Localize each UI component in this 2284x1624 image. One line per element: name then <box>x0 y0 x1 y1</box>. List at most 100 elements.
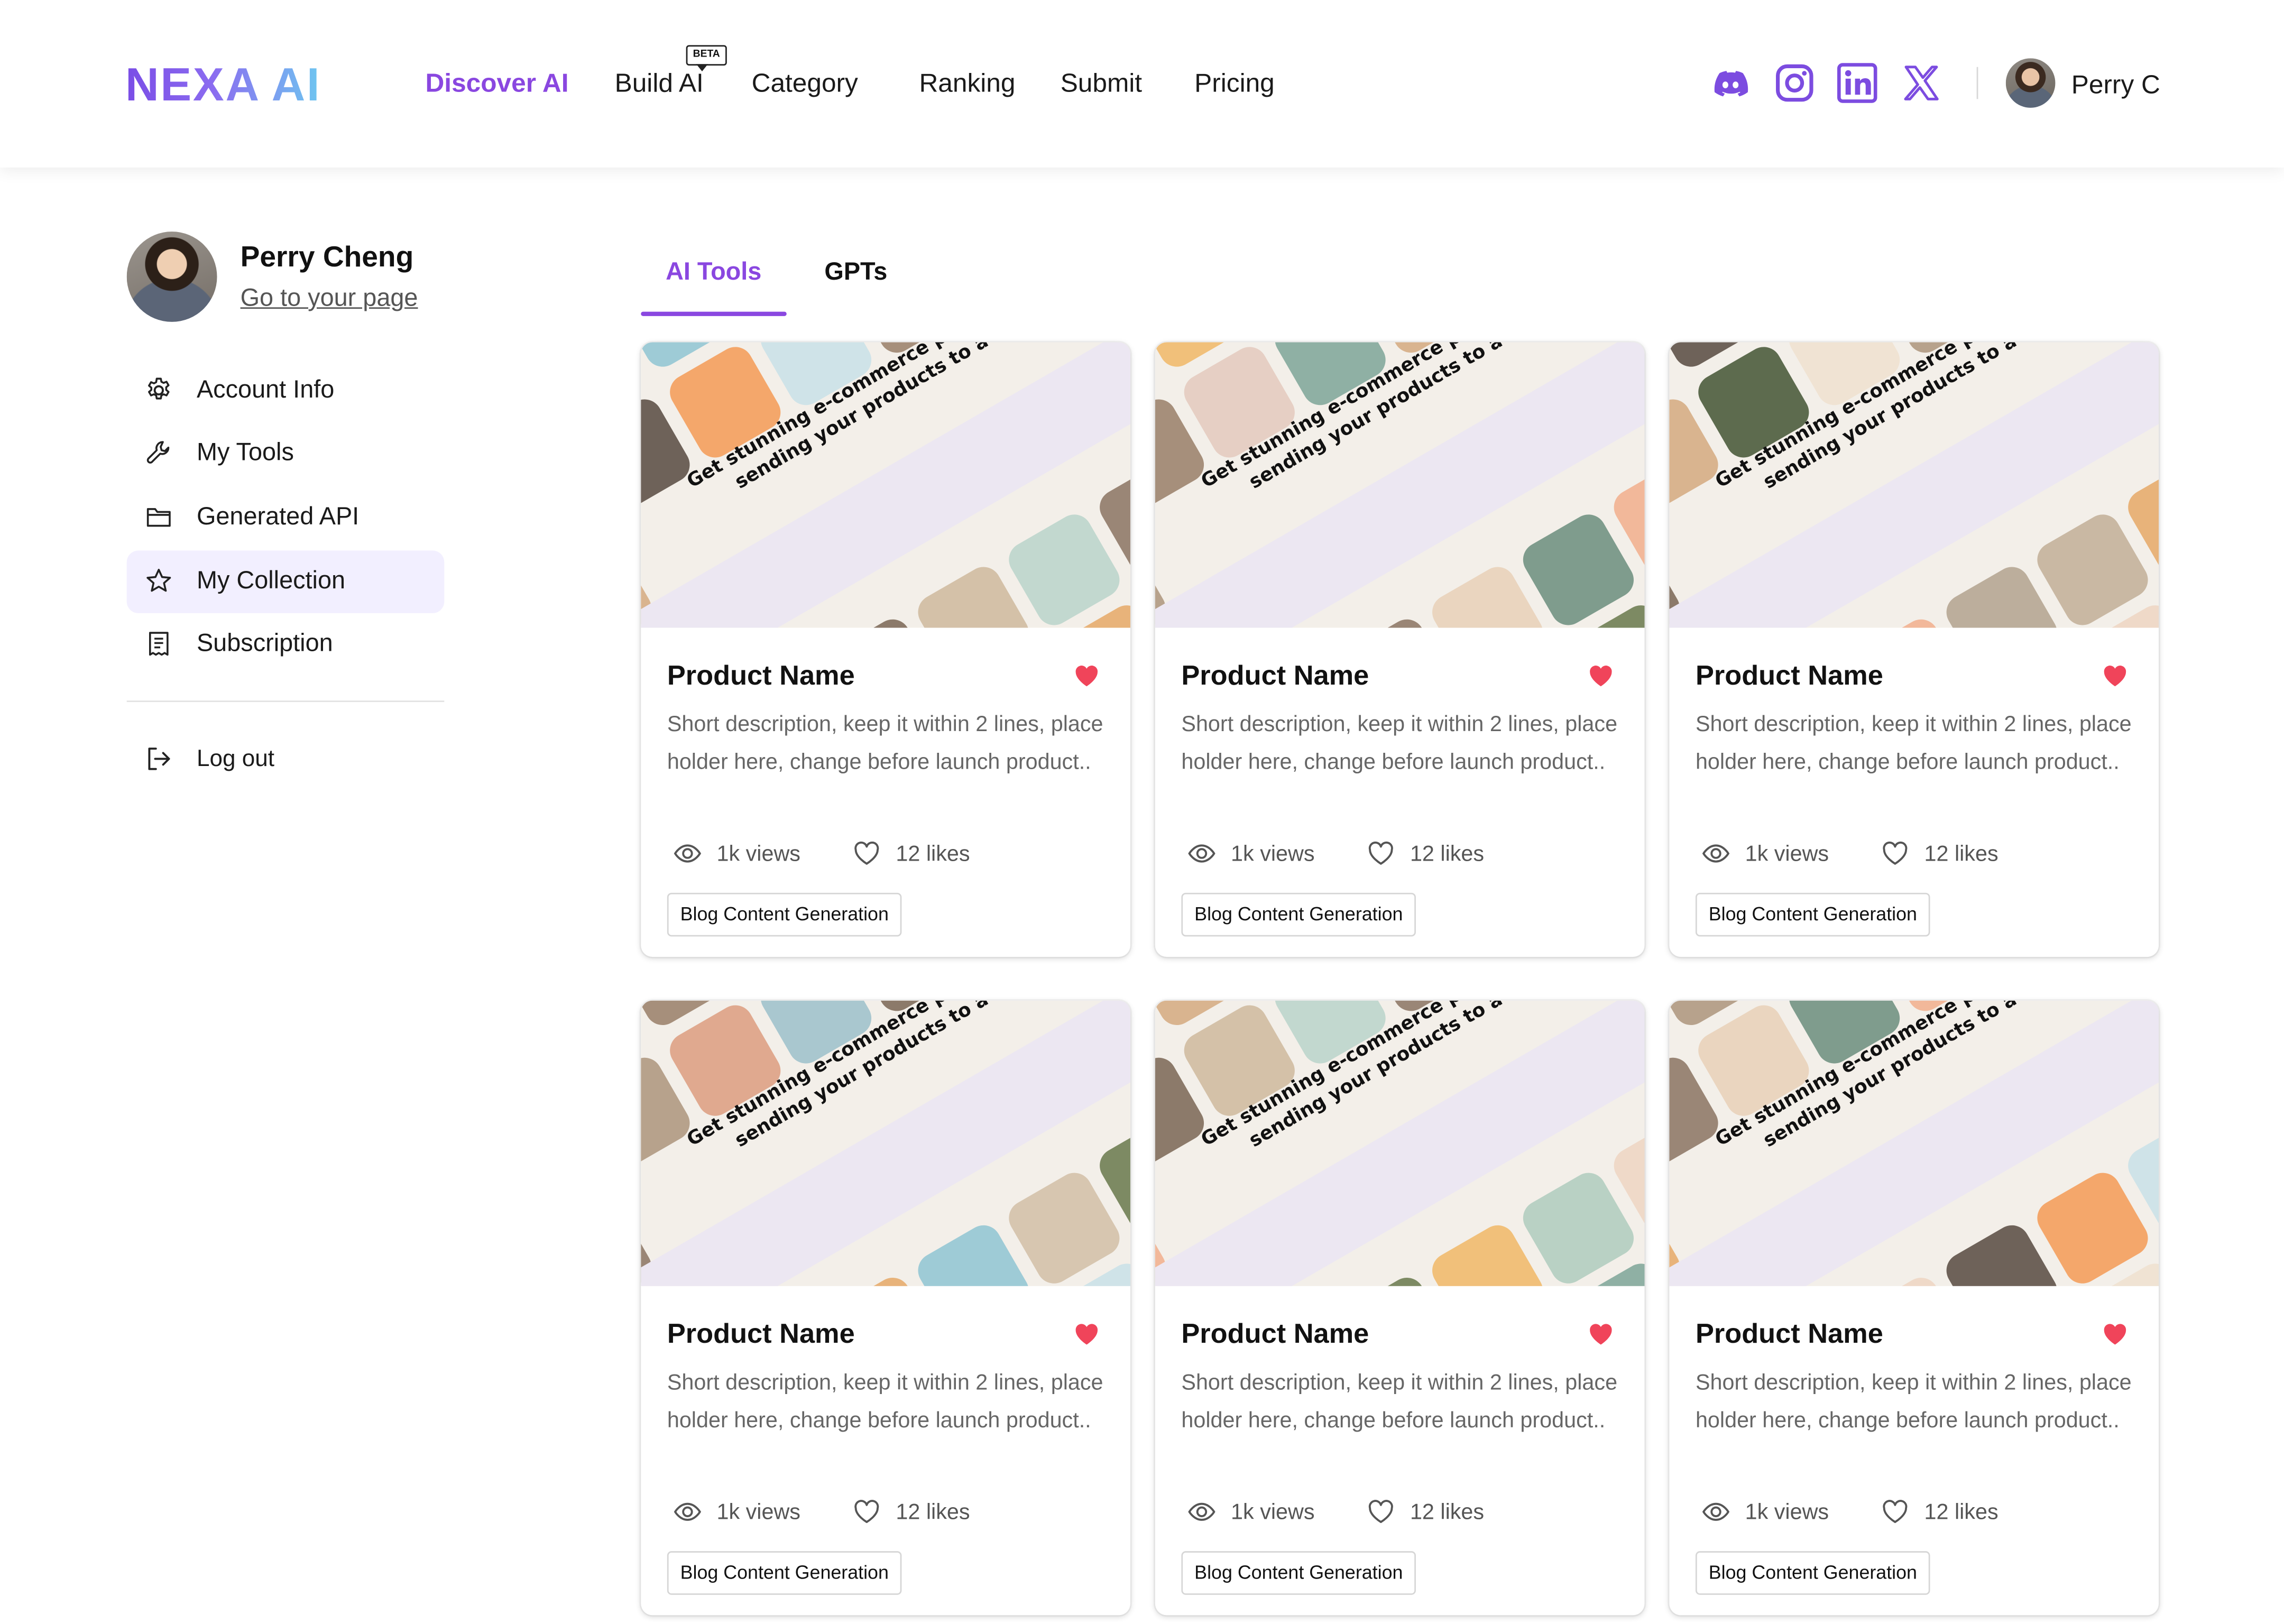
eye-icon <box>1188 1502 1215 1521</box>
product-description: Short description, keep it within 2 line… <box>667 712 1103 775</box>
product-thumbnail: Get stunning e-commerce photos without s… <box>1669 342 2159 628</box>
category-tag[interactable]: Blog Content Generation <box>1181 1551 1416 1595</box>
product-thumbnail: Get stunning e-commerce photos without s… <box>641 1000 1130 1286</box>
product-name[interactable]: Product Name <box>667 660 855 695</box>
gear-icon <box>148 377 170 400</box>
nav-build-ai[interactable]: Build AI <box>615 67 704 99</box>
sidebar-item-label: My Collection <box>196 566 346 595</box>
beta-badge: BETA <box>686 45 727 71</box>
linkedin-icon[interactable] <box>1837 62 1877 103</box>
sidebar-item-subscription[interactable]: Subscription <box>127 613 445 676</box>
likes-label: 12 likes <box>1410 842 1485 867</box>
product-description: Short description, keep it within 2 line… <box>1695 1370 2132 1434</box>
page: NEXA AI Discover AI Build AI BETA Catego… <box>0 0 2284 1624</box>
heart-icon[interactable] <box>2101 1320 2130 1349</box>
product-thumbnail: Get stunning e-commerce photos without s… <box>1155 342 1645 628</box>
nav-ranking[interactable]: Ranking <box>919 67 1015 99</box>
wrench-icon <box>146 441 170 464</box>
product-thumbnail: Get stunning e-commerce photos without s… <box>641 342 1130 628</box>
sidebar-item-label: Subscription <box>196 629 333 657</box>
category-tag[interactable]: Blog Content Generation <box>667 1551 902 1595</box>
views-label: 1k views <box>1745 1500 1829 1525</box>
category-tag[interactable]: Blog Content Generation <box>1695 1551 1930 1595</box>
product-name[interactable]: Product Name <box>1696 660 1883 695</box>
product-description: Short description, keep it within 2 line… <box>1181 712 1618 775</box>
heart-icon[interactable] <box>1586 661 1615 690</box>
nav-pricing[interactable]: Pricing <box>1194 67 1275 99</box>
category-tag[interactable]: Blog Content Generation <box>667 892 902 937</box>
nav-submit[interactable]: Submit <box>1061 67 1142 99</box>
sidebar-item-my-tools[interactable]: My Tools <box>127 422 445 485</box>
user-avatar[interactable] <box>2005 58 2056 108</box>
product-thumbnail: Get stunning e-commerce photos without s… <box>1669 1000 2159 1286</box>
product-name[interactable]: Product Name <box>1696 1318 1883 1353</box>
likes-label: 12 likes <box>1924 842 1998 867</box>
product-card-5[interactable]: Get stunning e-commerce photos without s… <box>1155 1000 1645 1616</box>
heart-icon[interactable] <box>2101 661 2130 690</box>
discord-icon[interactable] <box>1710 62 1751 103</box>
logout-button[interactable]: Log out <box>127 728 345 791</box>
heart-outline-icon <box>1368 841 1393 865</box>
category-tag[interactable]: Blog Content Generation <box>1695 892 1930 937</box>
active-tab-indicator <box>641 311 787 316</box>
eye-icon <box>1702 844 1730 863</box>
product-thumbnail: Get stunning e-commerce photos without s… <box>1155 1000 1645 1286</box>
header-divider <box>1976 67 1978 99</box>
likes-label: 12 likes <box>896 1500 970 1525</box>
sidebar-item-account-info[interactable]: Account Info <box>127 360 445 422</box>
collage-photo-tile <box>2031 1166 2154 1286</box>
category-tag[interactable]: Blog Content Generation <box>1181 892 1416 937</box>
eye-icon <box>674 1502 702 1521</box>
heart-icon[interactable] <box>1072 1320 1101 1349</box>
star-icon <box>146 569 171 592</box>
user-name[interactable]: Perry C <box>2071 68 2160 100</box>
product-card-4[interactable]: Get stunning e-commerce photos without s… <box>641 1000 1130 1616</box>
sidebar-divider <box>126 700 445 702</box>
sidebar-item-my-collection[interactable]: My Collection <box>126 550 445 613</box>
product-card-3[interactable]: Get stunning e-commerce photos without s… <box>1669 342 2159 957</box>
top-navigation-bar: NEXA AI Discover AI Build AI BETA Catego… <box>0 0 2284 168</box>
product-card-6[interactable]: Get stunning e-commerce photos without s… <box>1669 1000 2159 1616</box>
tab-ai-tools[interactable]: AI Tools <box>666 256 761 289</box>
eye-icon <box>1702 1502 1730 1521</box>
sidebar-item-generated-api[interactable]: Generated API <box>127 486 445 549</box>
likes-label: 12 likes <box>1924 1500 1998 1525</box>
heart-outline-icon <box>854 1500 879 1524</box>
logout-label: Log out <box>196 747 275 772</box>
x-icon[interactable] <box>1901 62 1941 103</box>
product-description: Short description, keep it within 2 line… <box>1695 712 2132 775</box>
heart-outline-icon <box>1883 1500 1908 1524</box>
product-description: Short description, keep it within 2 line… <box>667 1370 1103 1434</box>
eye-icon <box>1188 844 1215 863</box>
go-to-your-page-link[interactable]: Go to your page <box>241 282 418 315</box>
profile-avatar <box>126 232 217 322</box>
heart-outline-icon <box>1883 841 1908 865</box>
collage-photo-tile <box>1516 508 1641 628</box>
eye-icon <box>674 844 702 863</box>
heart-icon[interactable] <box>1586 1320 1615 1349</box>
product-name[interactable]: Product Name <box>1181 660 1369 695</box>
likes-label: 12 likes <box>896 842 970 867</box>
nav-category[interactable]: Category <box>752 67 858 99</box>
heart-icon[interactable] <box>1072 661 1101 690</box>
product-name[interactable]: Product Name <box>667 1318 855 1353</box>
instagram-icon[interactable] <box>1774 62 1815 103</box>
sidebar-item-label: My Tools <box>196 438 294 466</box>
product-card-2[interactable]: Get stunning e-commerce photos without s… <box>1155 342 1645 957</box>
product-card-1[interactable]: Get stunning e-commerce photos without s… <box>641 342 1130 957</box>
receipt-icon <box>149 632 169 656</box>
product-name[interactable]: Product Name <box>1181 1318 1369 1353</box>
heart-outline-icon <box>854 841 879 865</box>
tab-gpts[interactable]: GPTs <box>824 256 887 289</box>
folder-icon <box>146 508 171 527</box>
likes-label: 12 likes <box>1410 1500 1485 1525</box>
views-label: 1k views <box>716 842 801 867</box>
views-label: 1k views <box>1745 842 1829 867</box>
logout-icon <box>148 748 170 770</box>
profile-name: Perry Cheng <box>240 242 414 274</box>
views-label: 1k views <box>1231 1500 1315 1525</box>
product-description: Short description, keep it within 2 line… <box>1181 1370 1618 1434</box>
nexa-ai-logo[interactable]: NEXA AI <box>125 56 321 114</box>
views-label: 1k views <box>1231 842 1315 867</box>
nav-discover-ai[interactable]: Discover AI <box>425 67 568 99</box>
